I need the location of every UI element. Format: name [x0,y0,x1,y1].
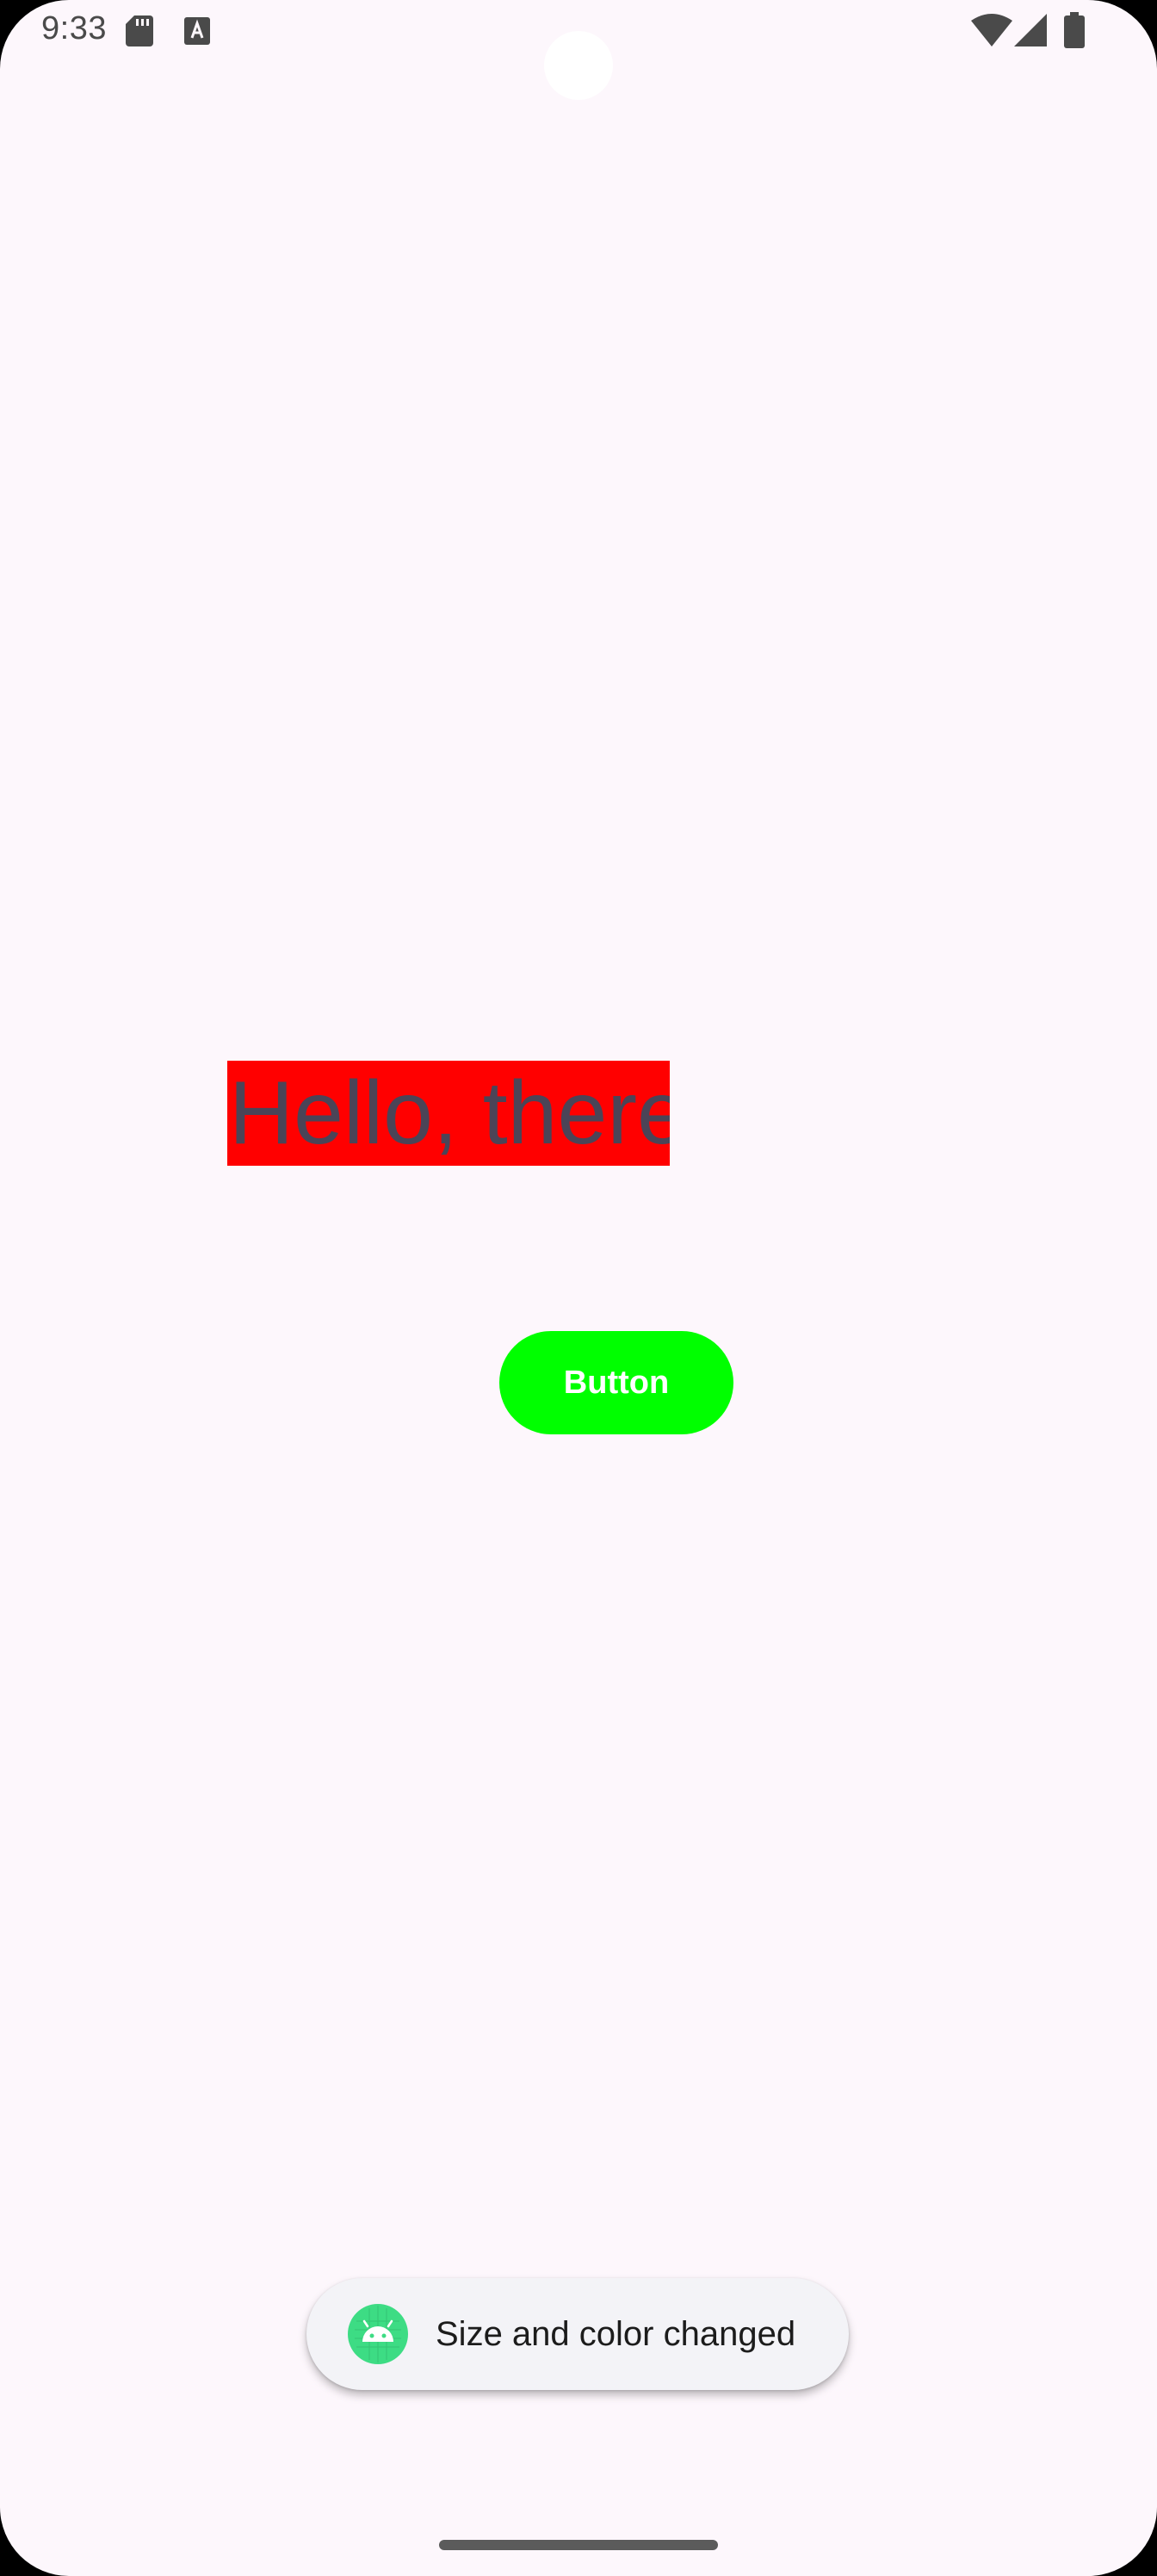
cell-signal-icon [1014,14,1047,46]
hello-text: Hello, there [227,1061,670,1166]
status-time: 9:33 [41,10,107,46]
main-button[interactable]: Button [499,1331,733,1434]
battery-icon [1064,12,1085,48]
camera-cutout [544,31,613,100]
home-indicator[interactable] [439,2540,718,2550]
toast-message: Size and color changed [306,2278,849,2390]
toast-text: Size and color changed [436,2315,796,2353]
font-a-icon [184,17,210,45]
android-icon [348,2304,408,2364]
wifi-icon [971,14,1012,46]
phone-screen: 9:33 Hello, there Button Size and color … [0,0,1157,2576]
status-bar: 9:33 [0,0,1157,100]
sd-card-icon [126,15,153,46]
